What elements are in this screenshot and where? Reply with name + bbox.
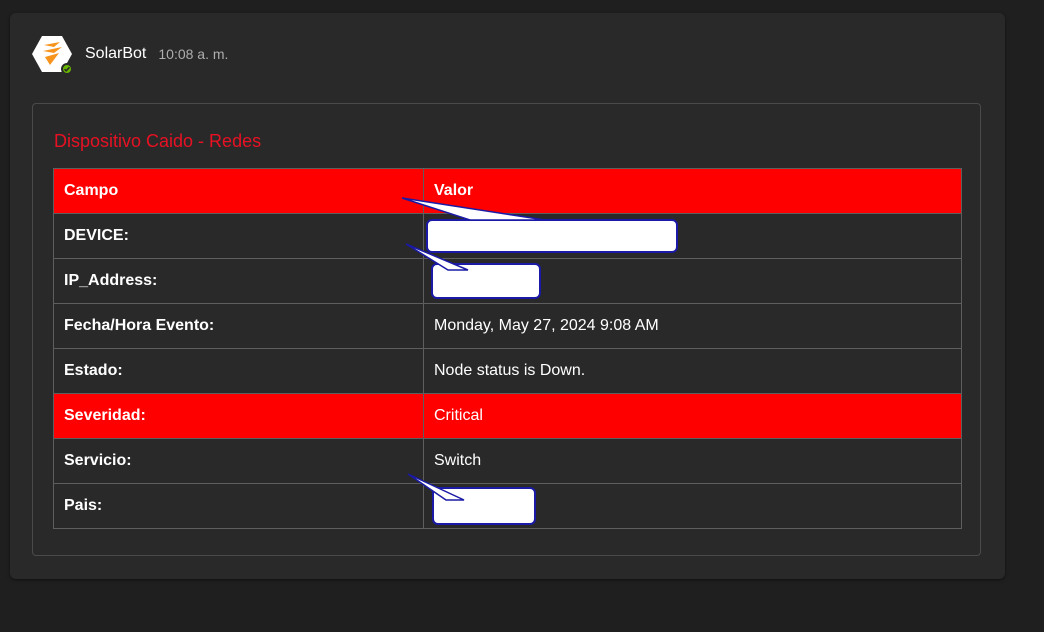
field-value-severidad: Critical — [423, 393, 962, 439]
table-row: IP_Address: — [53, 258, 962, 304]
presence-available-icon — [61, 63, 73, 75]
message-timestamp: 10:08 a. m. — [158, 46, 229, 62]
header-valor: Valor — [423, 168, 962, 214]
field-value-ip-address — [423, 258, 962, 304]
field-value-estado: Node status is Down. — [423, 348, 962, 394]
table-header-row: Campo Valor — [53, 168, 962, 214]
table-row: Estado: Node status is Down. — [53, 348, 962, 394]
table-row: Pais: — [53, 483, 962, 529]
sender-name[interactable]: SolarBot — [85, 45, 146, 63]
alert-details-table: Campo Valor DEVICE: IP_Address: Fecha/Ho… — [53, 168, 962, 529]
redaction-box — [431, 263, 541, 299]
alert-card: Dispositivo Caido - Redes Campo Valor DE… — [32, 103, 981, 556]
field-label-estado: Estado: — [53, 348, 424, 394]
card-title: Dispositivo Caido - Redes — [54, 131, 262, 151]
field-label-ip-address: IP_Address: — [53, 258, 424, 304]
table-row: DEVICE: — [53, 213, 962, 259]
redaction-box — [426, 219, 678, 253]
field-value-pais — [423, 483, 962, 529]
header-campo: Campo — [53, 168, 424, 214]
field-label-pais: Pais: — [53, 483, 424, 529]
field-value-device — [423, 213, 962, 259]
table-row: Fecha/Hora Evento: Monday, May 27, 2024 … — [53, 303, 962, 349]
message-header: SolarBot 10:08 a. m. — [32, 34, 229, 75]
chat-message: SolarBot 10:08 a. m. Dispositivo Caido -… — [10, 13, 1005, 579]
table-row-severity: Severidad: Critical — [53, 393, 962, 439]
field-value-servicio: Switch — [423, 438, 962, 484]
field-label-fecha-hora: Fecha/Hora Evento: — [53, 303, 424, 349]
field-label-device: DEVICE: — [53, 213, 424, 259]
redaction-box — [432, 487, 536, 525]
field-label-servicio: Servicio: — [53, 438, 424, 484]
avatar[interactable] — [32, 34, 73, 75]
field-label-severidad: Severidad: — [53, 393, 424, 439]
table-row: Servicio: Switch — [53, 438, 962, 484]
field-value-fecha-hora: Monday, May 27, 2024 9:08 AM — [423, 303, 962, 349]
